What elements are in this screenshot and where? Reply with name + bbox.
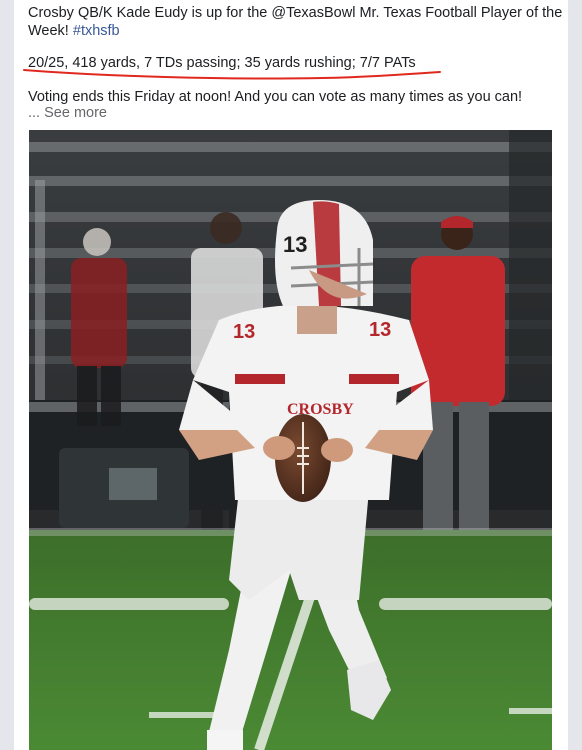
see-more-link[interactable]: ... See more [28,104,107,122]
post-text: Crosby QB/K Kade Eudy is up for the @Tex… [28,4,563,40]
post-photo[interactable]: 13 13 CROSBY 13 [29,130,552,750]
post-card: Crosby QB/K Kade Eudy is up for the @Tex… [14,0,568,750]
red-underline-annotation [23,69,441,80]
helmet: 13 [275,200,374,306]
helmet-number: 13 [283,232,307,257]
hashtag-link[interactable]: #txhsfb [73,23,120,39]
post-text-week: Week! [28,23,69,39]
post-text-line-2: Week! #txhsfb [28,22,558,40]
sleeve-number-left: 13 [233,321,255,343]
post-text-line-1: Crosby QB/K Kade Eudy is up for the @Tex… [28,5,563,21]
sleeve-number-right: 13 [369,319,391,341]
